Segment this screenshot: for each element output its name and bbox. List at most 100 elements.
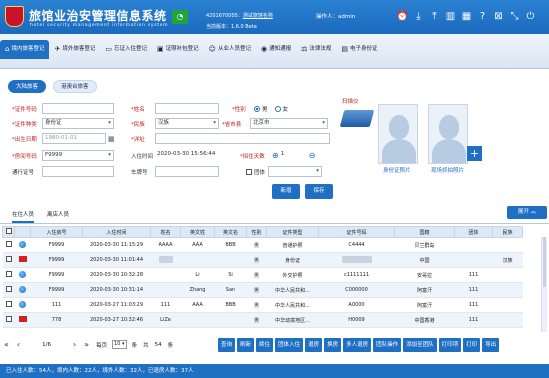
column-header[interactable]: 国籍 <box>394 226 455 238</box>
action-button-6[interactable]: 多人退房 <box>343 338 372 352</box>
chart-icon[interactable]: ▥ <box>444 10 457 23</box>
row-checkbox[interactable] <box>5 256 12 262</box>
shrink-icon[interactable]: ⤡ <box>508 10 521 23</box>
live-photo-label[interactable]: 现场抓拍照片 <box>431 166 464 174</box>
action-button-11[interactable]: 导出 <box>482 338 500 352</box>
pass-no-input[interactable] <box>42 166 114 177</box>
gender-male-radio[interactable] <box>254 105 260 112</box>
dashboard-icon[interactable]: ▦ <box>460 10 473 23</box>
last-page-icon[interactable]: » <box>84 340 89 349</box>
checkin-time-value: 2020-03-30 15:56:44 <box>155 150 219 161</box>
column-header[interactable]: 入住时间 <box>82 226 151 238</box>
group-select[interactable] <box>268 166 322 177</box>
nav-item-3[interactable]: ▣ 证照补包登记 <box>152 40 204 59</box>
next-page-icon[interactable]: › <box>73 340 76 349</box>
cell-en-first: BBB <box>214 237 247 253</box>
action-button-10[interactable]: 打印 <box>463 338 481 352</box>
name-input[interactable] <box>155 103 219 114</box>
save-button[interactable]: 保存 <box>305 184 333 199</box>
birth-input[interactable]: 1980-01-01 <box>42 133 106 144</box>
table-row[interactable]: 778 2020-03-27 10:32:46 LiZe 男中华动境地区... H000… <box>2 312 523 328</box>
cell-en-first: San <box>214 282 247 298</box>
id-no-input[interactable] <box>42 103 114 114</box>
calendar-icon[interactable]: ▦ <box>108 135 115 143</box>
action-button-5[interactable]: 换房 <box>324 338 342 352</box>
total-unit: 条 <box>167 342 174 349</box>
row-checkbox[interactable] <box>5 301 12 307</box>
nav-item-7[interactable]: ▤ 电子身份证 <box>336 40 382 59</box>
action-button-2[interactable]: 续住 <box>256 338 274 352</box>
add-photo-button[interactable]: + <box>467 146 482 161</box>
tab-checked-out[interactable]: 离店人员 <box>47 210 69 223</box>
action-button-1[interactable]: 刷新 <box>237 338 255 352</box>
action-button-0[interactable]: 查询 <box>218 338 236 352</box>
region-select[interactable]: 北京市 <box>250 118 328 129</box>
action-button-7[interactable]: 团队操作 <box>373 338 402 352</box>
alarm-clock-icon[interactable]: ⏰ <box>396 10 409 23</box>
group-checkbox[interactable] <box>246 168 252 175</box>
scanner-panel[interactable]: 扫描仪 <box>339 96 375 136</box>
help-icon[interactable]: ? <box>476 10 489 23</box>
id-type-select[interactable]: 身份证 <box>42 118 114 129</box>
column-header[interactable]: 英文姓 <box>180 226 215 238</box>
nav-item-2[interactable]: ▭ 忘证入住登记 <box>100 40 152 59</box>
column-header[interactable]: 团体 <box>454 226 493 238</box>
nav-item-icon: ⚖ <box>301 45 308 53</box>
id-photo-label[interactable]: 身份证照片 <box>383 166 411 174</box>
room-select[interactable]: F9999 <box>42 150 114 161</box>
column-header[interactable]: 入住房号 <box>30 226 83 238</box>
nav-item-6[interactable]: ⚖ 法律法规 <box>296 40 336 59</box>
action-button-8[interactable]: 添加至团队 <box>403 338 437 352</box>
gender-female-radio[interactable] <box>274 105 281 112</box>
select-all-checkbox[interactable] <box>5 228 12 234</box>
column-header[interactable]: 证件号码 <box>318 226 395 238</box>
table-row[interactable]: F9999 2020-03-30 11:01:44 男身份证 中国 汉族 <box>2 252 523 268</box>
plate-input[interactable] <box>155 166 219 177</box>
table-row[interactable]: F9999 2020-03-30 10:31:14 Zhang San 男中华人民共和.… <box>2 282 523 298</box>
lock-icon[interactable]: ⊠ <box>492 10 505 23</box>
china-flag-icon <box>18 256 27 262</box>
row-checkbox[interactable] <box>5 241 12 247</box>
tab-in-residence[interactable]: 在住人员 <box>12 210 35 223</box>
prev-page-icon[interactable]: ‹ <box>17 340 20 349</box>
column-header[interactable] <box>14 226 31 238</box>
address-input[interactable] <box>155 133 330 144</box>
nav-item-1[interactable]: ✈ 境外旅客登记 <box>49 40 100 59</box>
action-button-3[interactable]: 团体入住 <box>275 338 304 352</box>
ethnic-select[interactable]: 汉族 <box>155 118 219 129</box>
row-checkbox[interactable] <box>5 316 12 322</box>
nav-item-5[interactable]: ◉ 通知通报 <box>256 40 296 59</box>
nav-item-4[interactable]: ☺ 从业人员登记 <box>204 40 256 59</box>
cell-group <box>454 237 493 253</box>
table-scrollbar[interactable] <box>541 237 547 332</box>
column-header[interactable]: 民族 <box>492 226 523 238</box>
table-row[interactable]: 111 2020-03-27 11:03:29 111 AAA BBB 男中华人民共和..… <box>2 297 523 313</box>
column-header[interactable]: 英文名 <box>214 226 247 238</box>
tab-mainland[interactable]: 大陆旅客 <box>8 80 47 93</box>
table-row[interactable]: F9999 2020-03-30 10:32:28 Li Si 男外交护照 c111111… <box>2 267 523 283</box>
download-icon[interactable]: ⤓ <box>412 10 425 23</box>
tab-hk-macao-tw[interactable]: 港澳台旅客 <box>53 80 97 93</box>
row-checkbox[interactable] <box>5 271 12 277</box>
power-icon[interactable]: ⏻ <box>524 10 537 23</box>
add-button[interactable]: 新增 <box>272 184 300 199</box>
expand-button[interactable]: 展开 ︽ <box>507 206 547 219</box>
column-header[interactable]: 性别 <box>246 226 267 238</box>
row-checkbox[interactable] <box>5 286 12 292</box>
nav-item-0[interactable]: ⌂ 境内旅客登记 <box>0 40 50 59</box>
column-header[interactable]: 证件类型 <box>266 226 319 238</box>
first-page-icon[interactable]: « <box>4 340 9 349</box>
per-page-select[interactable]: 10 ▾ <box>112 340 127 349</box>
stay-days-input[interactable]: 1 <box>278 150 309 161</box>
increment-icon[interactable]: ⊕ <box>272 151 279 160</box>
action-button-4[interactable]: 退房 <box>305 338 323 352</box>
scanner-icon[interactable] <box>339 110 375 127</box>
table-row[interactable]: F9999 2020-03-30 11:15:29 AAAA AAA BBB 男普通护照 C… <box>2 237 523 253</box>
column-header[interactable] <box>2 226 15 238</box>
decrement-icon[interactable]: ⊖ <box>309 151 316 160</box>
column-header[interactable]: 姓名 <box>150 226 181 238</box>
upload-icon[interactable]: ⤒ <box>428 10 441 23</box>
region-tabs: 大陆旅客 港澳台旅客 <box>8 80 97 93</box>
action-button-9[interactable]: 打印项 <box>438 338 462 352</box>
cell-time: 2020-03-30 11:01:44 <box>82 252 151 268</box>
